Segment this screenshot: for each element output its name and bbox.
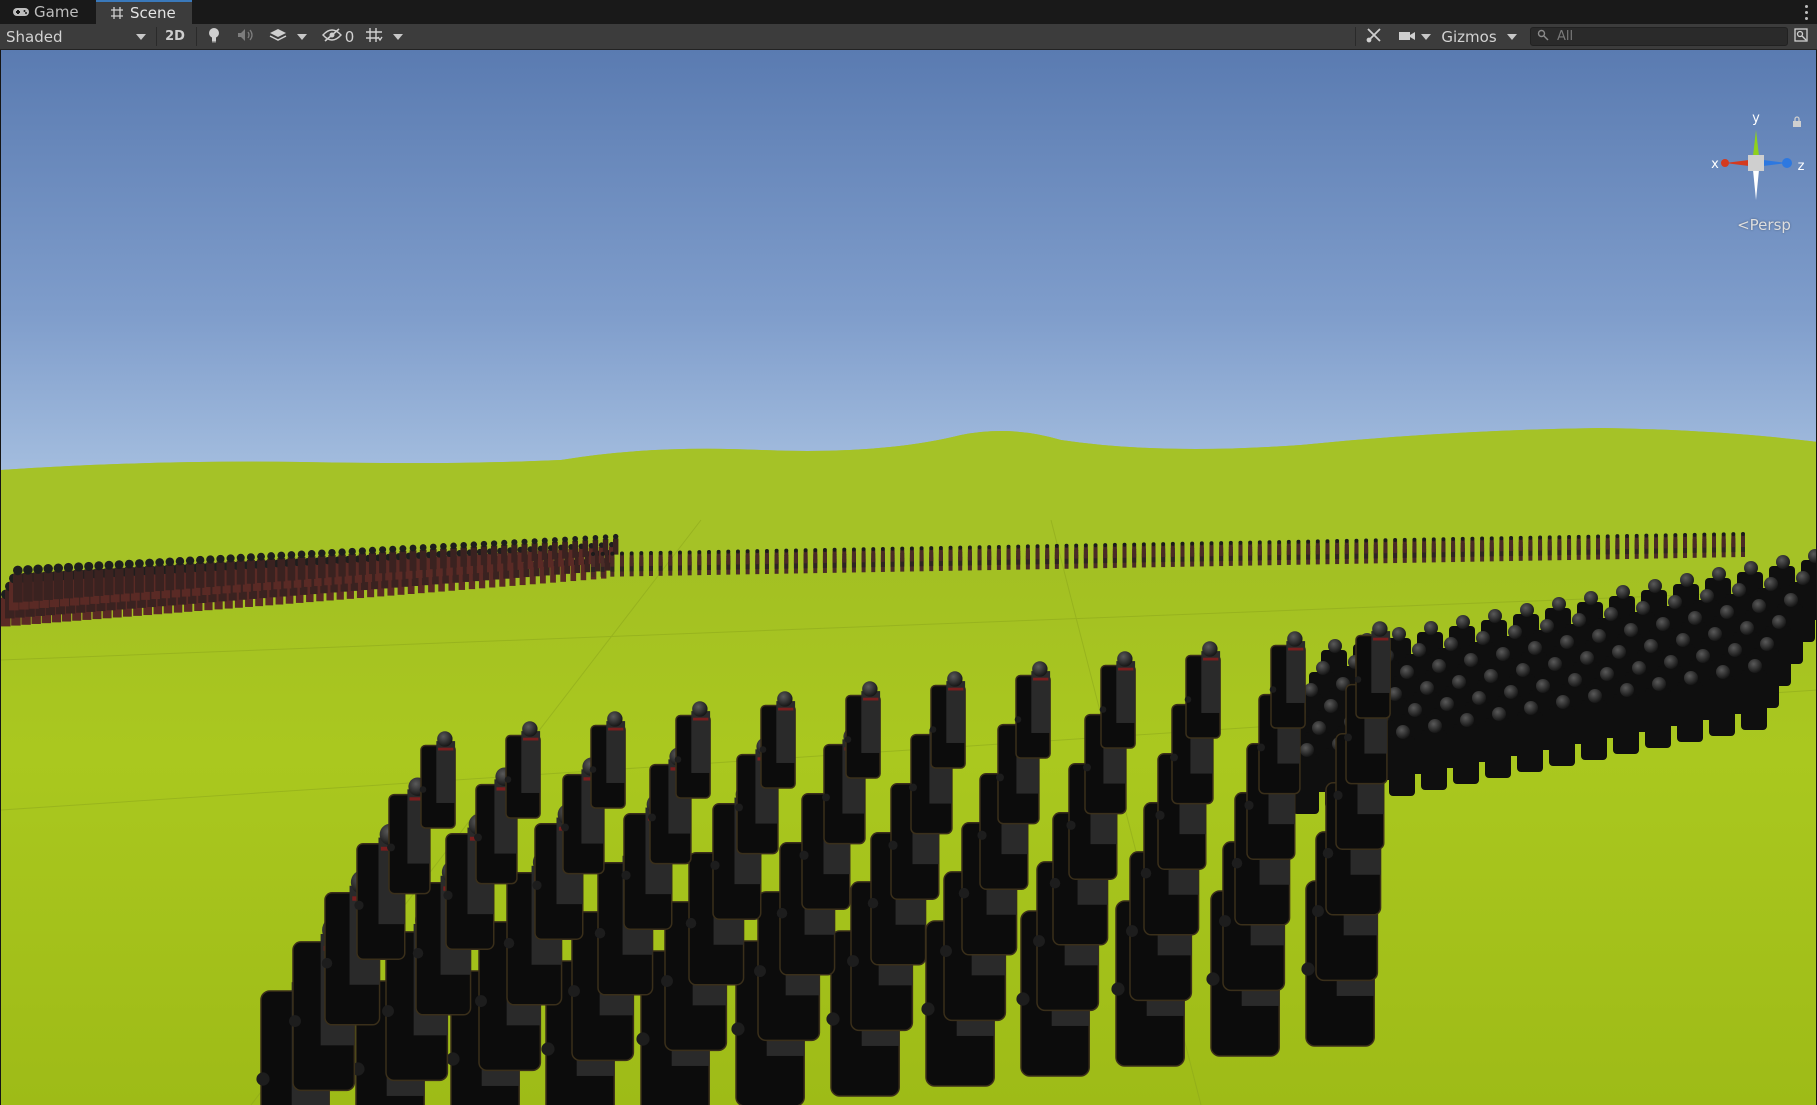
scene-viewport[interactable]: y x z <Persp — [0, 50, 1817, 1105]
lock-icon[interactable] — [1791, 116, 1803, 128]
draw-mode-label: Shaded — [6, 27, 63, 46]
effects-dropdown[interactable] — [294, 26, 310, 47]
eye-slash-icon — [321, 27, 342, 46]
tab-game[interactable]: Game — [0, 0, 96, 24]
editor-tab-bar: Game Scene — [0, 0, 1817, 25]
gizmos-label: Gizmos — [1441, 27, 1497, 46]
tab-scene-label: Scene — [130, 4, 176, 22]
gizmos-dropdown[interactable]: Gizmos — [1436, 26, 1522, 47]
tab-scene[interactable]: Scene — [96, 0, 192, 24]
toggle-2d-button[interactable]: 2D — [160, 26, 190, 47]
search-icon — [1537, 29, 1549, 45]
tab-game-label: Game — [34, 3, 79, 21]
effects-toggle-button[interactable] — [264, 26, 292, 47]
chevron-down-icon — [1506, 33, 1517, 40]
audio-toggle-button[interactable] — [232, 26, 260, 47]
scene-render — [1, 50, 1816, 1105]
axis-y-label: y — [1752, 111, 1760, 126]
axis-z-label: z — [1798, 159, 1805, 174]
hidden-objects-toggle[interactable]: 0 — [318, 26, 358, 47]
scene-toolbar: Shaded 2D 0 Gizmos All — [0, 24, 1817, 50]
chevron-down-icon — [297, 33, 307, 40]
draw-mode-dropdown[interactable]: Shaded — [0, 26, 152, 47]
axis-x-label: x — [1711, 157, 1719, 172]
chevron-left-icon: < — [1737, 216, 1750, 234]
tools-button[interactable] — [1360, 26, 1388, 47]
lightbulb-icon — [207, 27, 221, 47]
camera-icon — [1398, 28, 1416, 46]
projection-label: Persp — [1749, 216, 1791, 234]
tools-icon — [1366, 27, 1382, 47]
grid-snap-icon — [365, 27, 383, 47]
scene-search-field[interactable] — [1530, 27, 1788, 46]
grid-snap-dropdown[interactable] — [390, 26, 406, 47]
lighting-toggle-button[interactable] — [200, 26, 228, 47]
projection-toggle[interactable]: <Persp — [1719, 216, 1809, 234]
toolbar-divider — [156, 27, 157, 46]
grid-snap-button[interactable] — [360, 26, 388, 47]
maximize-button[interactable] — [1790, 26, 1812, 47]
chevron-down-icon — [393, 33, 403, 40]
layers-icon — [269, 28, 287, 46]
more-options-icon[interactable] — [1801, 2, 1811, 22]
gamepad-icon — [10, 4, 32, 20]
speaker-icon — [237, 28, 255, 46]
toolbar-divider — [196, 27, 197, 46]
camera-settings-button[interactable] — [1394, 26, 1434, 47]
hidden-count: 0 — [344, 27, 355, 46]
chevron-down-icon — [1420, 33, 1431, 40]
toolbar-divider — [1355, 27, 1356, 46]
grid-icon — [106, 5, 128, 21]
search-input[interactable] — [1555, 28, 1769, 45]
maximize-icon — [1794, 27, 1808, 46]
chevron-down-icon — [136, 34, 146, 40]
